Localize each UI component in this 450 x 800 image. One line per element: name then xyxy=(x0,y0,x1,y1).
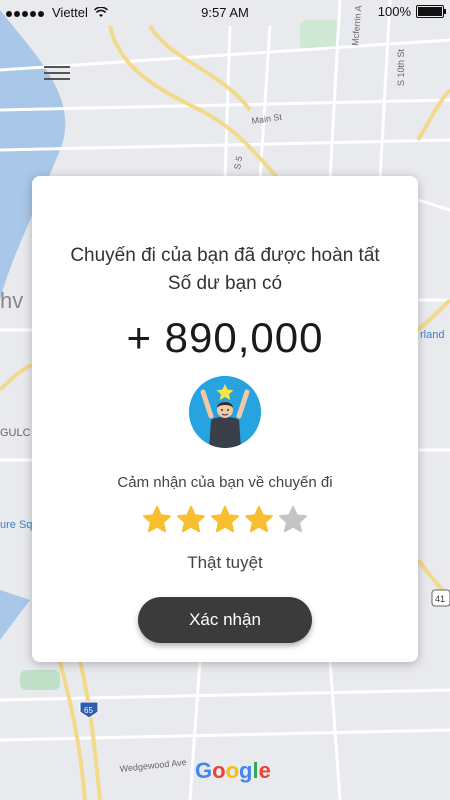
happy-user-avatar xyxy=(189,376,261,448)
rating-text: Thật tuyệt xyxy=(187,553,263,572)
trip-complete-dialog: Chuyến đi của bạn đã được hoàn tất Số dư… xyxy=(32,176,418,662)
trip-complete-message: Chuyến đi của bạn đã được hoàn tất Số dư… xyxy=(32,242,418,298)
google-logo: Google xyxy=(195,758,271,783)
menu-button[interactable] xyxy=(44,66,70,84)
highway-41-shield: 41 xyxy=(431,589,450,607)
confirm-button[interactable]: Xác nhận xyxy=(138,597,312,643)
battery-percent: 100% xyxy=(377,4,411,19)
trip-complete-line: Chuyến đi của bạn đã được hoàn tất xyxy=(70,245,380,266)
highway-41-label: 41 xyxy=(435,594,445,604)
highway-65-label: 65 xyxy=(84,706,93,715)
feedback-prompt: Cảm nhận của bạn về chuyến đi xyxy=(117,474,333,491)
menu-icon-bar xyxy=(44,66,70,68)
status-bar: Viettel 9:57 AM 100% xyxy=(0,0,450,26)
menu-icon-bar xyxy=(44,78,70,80)
menu-icon-bar xyxy=(44,72,70,74)
cheering-person-icon xyxy=(189,376,261,448)
balance-amount: + 890,000 xyxy=(126,314,324,361)
map-label-rland: rland xyxy=(420,329,444,341)
star-icon[interactable] xyxy=(176,505,206,535)
map-label-gulc: GULC xyxy=(0,427,31,439)
balance-label: Số dư bạn có xyxy=(167,273,283,294)
map-label-hv: hv xyxy=(0,288,23,313)
star-rating xyxy=(32,505,418,535)
star-icon[interactable] xyxy=(210,505,240,535)
star-icon[interactable] xyxy=(244,505,274,535)
battery-icon xyxy=(416,5,446,18)
map-label-s-10th-st: S 10th St xyxy=(396,48,406,86)
star-icon[interactable] xyxy=(142,505,172,535)
star-icon[interactable] xyxy=(278,505,308,535)
status-right: 100% xyxy=(377,4,446,19)
map-label-ure-sq: ure Sq xyxy=(0,519,32,531)
